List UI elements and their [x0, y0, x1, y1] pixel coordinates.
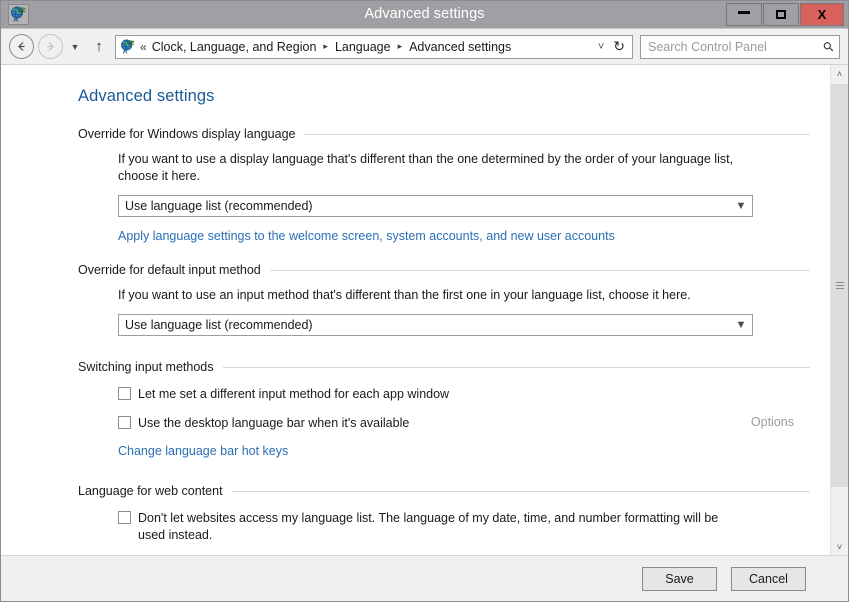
window-controls: X — [726, 1, 848, 28]
default-input-method-value: Use language list (recommended) — [125, 318, 730, 332]
vertical-scrollbar[interactable]: ˄ ˅ — [830, 65, 848, 555]
section-body-input-method: If you want to use an input method that'… — [78, 287, 810, 336]
navigation-bar: ▼ ↑ A 字 « Clock, Language, and Region ▸ … — [1, 28, 848, 64]
breadcrumb-item-clock-language-region[interactable]: Clock, Language, and Region — [152, 40, 317, 54]
minimize-icon — [738, 11, 750, 14]
scrollbar-track[interactable] — [831, 82, 848, 538]
scroll-up-button[interactable]: ˄ — [831, 65, 848, 82]
save-button[interactable]: Save — [642, 567, 717, 591]
settings-inner: Advanced settings Override for Windows d… — [1, 87, 830, 544]
title-bar: A 字 Advanced settings X — [1, 1, 848, 28]
spacer — [78, 245, 810, 263]
checkbox-row-block-website-language-access[interactable]: Don't let websites access my language li… — [118, 510, 802, 544]
forward-arrow-icon — [45, 41, 56, 52]
apply-language-settings-row: Apply language settings to the welcome s… — [118, 227, 802, 245]
checkbox-label: Let me set a different input method for … — [138, 386, 449, 403]
content-area: Advanced settings Override for Windows d… — [1, 64, 848, 555]
recent-locations-button[interactable]: ▼ — [67, 42, 83, 52]
section-body-switching-input-methods: Let me set a different input method for … — [78, 386, 810, 460]
breadcrumb-item-language[interactable]: Language — [335, 40, 391, 54]
display-language-dropdown[interactable]: Use language list (recommended) ▼ — [118, 195, 753, 217]
svg-text:字: 字 — [18, 6, 26, 15]
search-input[interactable]: Search Control Panel — [648, 40, 824, 54]
scrollbar-grip-icon — [836, 282, 844, 289]
back-arrow-icon — [16, 41, 27, 52]
refresh-icon[interactable]: ↻ — [613, 38, 629, 55]
maximize-icon — [776, 10, 786, 19]
section-divider — [304, 134, 810, 135]
display-language-value: Use language list (recommended) — [125, 199, 730, 213]
cancel-button[interactable]: Cancel — [731, 567, 806, 591]
checkbox-row-desktop-language-bar[interactable]: Use the desktop language bar when it's a… — [118, 415, 802, 432]
checkbox-label: Use the desktop language bar when it's a… — [138, 415, 409, 432]
section-label: Override for default input method — [78, 263, 261, 277]
display-language-description: If you want to use a display language th… — [118, 151, 753, 185]
input-method-description: If you want to use an input method that'… — [118, 287, 753, 304]
breadcrumb-separator-icon[interactable]: ▸ — [316, 41, 335, 52]
spacer — [78, 336, 810, 360]
page-title: Advanced settings — [78, 87, 810, 106]
section-header-language-for-web-content: Language for web content — [78, 484, 810, 498]
forward-button — [38, 34, 63, 59]
back-button[interactable] — [9, 34, 34, 59]
apply-language-settings-link[interactable]: Apply language settings to the welcome s… — [118, 229, 615, 243]
svg-text:字: 字 — [128, 39, 135, 48]
close-button[interactable]: X — [800, 3, 844, 26]
change-hot-keys-row: Change language bar hot keys — [118, 442, 802, 460]
svg-text:A: A — [123, 48, 128, 54]
spacer — [78, 460, 810, 484]
window-title: Advanced settings — [1, 1, 848, 28]
up-one-level-button[interactable]: ↑ — [89, 38, 109, 55]
section-body-display-language: If you want to use a display language th… — [78, 151, 810, 245]
language-bar-options-link: Options — [751, 415, 794, 429]
settings-pane: Advanced settings Override for Windows d… — [1, 65, 830, 555]
section-label: Language for web content — [78, 484, 223, 498]
minimize-button[interactable] — [726, 3, 762, 26]
advanced-settings-window: A 字 Advanced settings X — [0, 0, 849, 602]
section-body-language-for-web-content: Don't let websites access my language li… — [78, 510, 810, 544]
section-header-display-language: Override for Windows display language — [78, 127, 810, 141]
dialog-footer: Save Cancel — [1, 555, 848, 601]
section-label: Override for Windows display language — [78, 127, 295, 141]
language-globe-icon: A 字 — [120, 39, 136, 55]
window-icon: A 字 — [8, 4, 29, 25]
scroll-down-button[interactable]: ˅ — [831, 538, 848, 555]
checkbox-desktop-language-bar[interactable] — [118, 416, 131, 429]
breadcrumb-separator-icon[interactable]: ▸ — [391, 41, 410, 52]
section-header-switching-input-methods: Switching input methods — [78, 360, 810, 374]
maximize-button[interactable] — [763, 3, 799, 26]
default-input-method-dropdown[interactable]: Use language list (recommended) ▼ — [118, 314, 753, 336]
checkbox-block-website-language-access[interactable] — [118, 511, 131, 524]
section-divider — [232, 491, 810, 492]
checkbox-row-per-app-input-method[interactable]: Let me set a different input method for … — [118, 386, 802, 403]
breadcrumb-overflow[interactable]: « — [140, 40, 147, 54]
section-divider — [223, 367, 811, 368]
section-label: Switching input methods — [78, 360, 214, 374]
section-divider — [270, 270, 810, 271]
scrollbar-thumb[interactable] — [831, 84, 848, 487]
checkbox-per-app-input-method[interactable] — [118, 387, 131, 400]
chevron-down-icon: ▼ — [730, 319, 752, 331]
svg-text:A: A — [13, 16, 18, 23]
checkbox-label: Don't let websites access my language li… — [138, 510, 738, 544]
chevron-down-icon: ▼ — [730, 200, 752, 212]
chevron-down-icon[interactable]: ˅ — [594, 41, 613, 53]
address-bar[interactable]: A 字 « Clock, Language, and Region ▸ Lang… — [115, 35, 633, 59]
change-language-bar-hot-keys-link[interactable]: Change language bar hot keys — [118, 444, 288, 458]
search-control-panel-box[interactable]: Search Control Panel ⚲ — [640, 35, 840, 59]
language-globe-icon: A 字 — [10, 6, 27, 23]
breadcrumb-item-advanced-settings[interactable]: Advanced settings — [409, 40, 511, 54]
section-header-input-method: Override for default input method — [78, 263, 810, 277]
